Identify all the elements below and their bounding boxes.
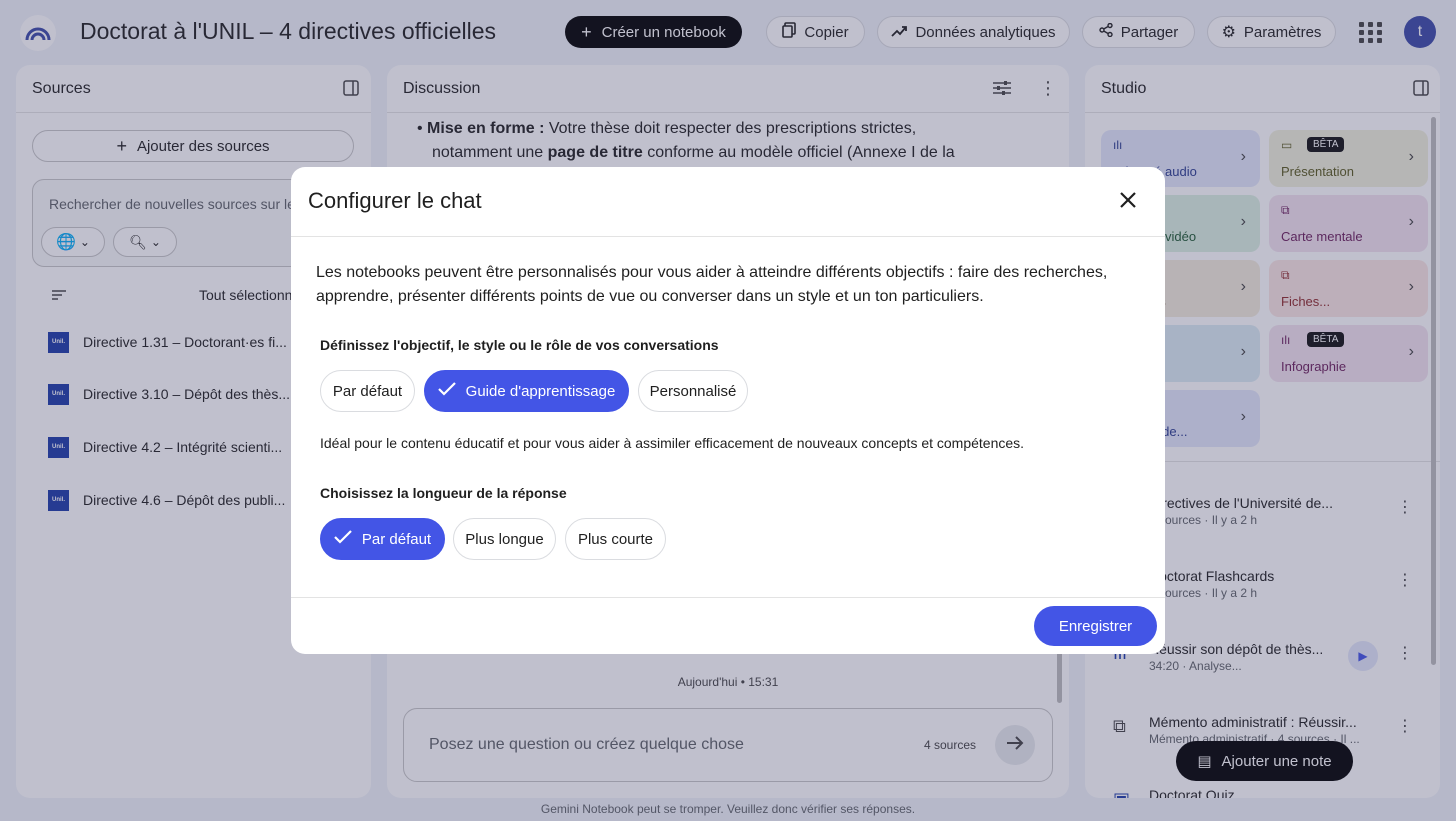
objective-description: Idéal pour le contenu éducatif et pour v… bbox=[320, 435, 1025, 451]
configure-chat-dialog: Configurer le chat Les notebooks peuvent… bbox=[291, 167, 1165, 654]
dialog-intro: Les notebooks peuvent être personnalisés… bbox=[316, 264, 1108, 305]
dialog-title: Configurer le chat bbox=[308, 188, 482, 213]
check-icon bbox=[334, 530, 352, 548]
dialog-footer-divider bbox=[291, 597, 1165, 598]
length-longer-option[interactable]: Plus longue bbox=[453, 518, 556, 560]
objective-learning-guide-option[interactable]: Guide d'apprentissage bbox=[424, 370, 629, 412]
objective-default-option[interactable]: Par défaut bbox=[320, 370, 415, 412]
length-shorter-option[interactable]: Plus courte bbox=[565, 518, 666, 560]
length-default-option[interactable]: Par défaut bbox=[320, 518, 445, 560]
close-icon[interactable] bbox=[1117, 189, 1139, 211]
objective-label: Définissez l'objectif, le style ou le rô… bbox=[320, 337, 719, 353]
length-label: Choisissez la longueur de la réponse bbox=[320, 485, 567, 501]
dialog-header: Configurer le chat bbox=[291, 167, 1165, 237]
objective-custom-option[interactable]: Personnalisé bbox=[638, 370, 748, 412]
check-icon bbox=[437, 382, 456, 400]
save-button[interactable]: Enregistrer bbox=[1034, 606, 1157, 646]
